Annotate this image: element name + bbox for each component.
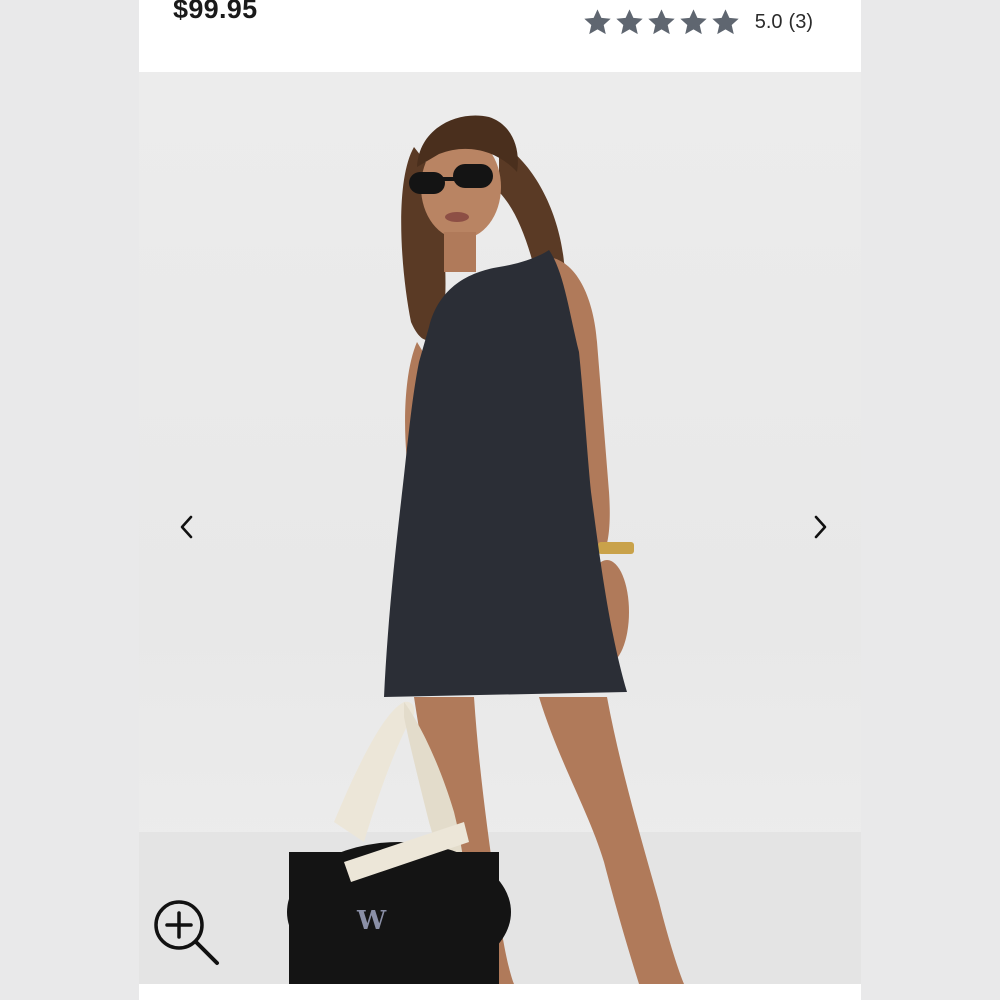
review-count-link[interactable]: (3): [789, 11, 813, 34]
product-gallery-frame: $99.95 5.0 (3) W: [139, 0, 861, 1000]
previous-image-button[interactable]: [171, 512, 201, 542]
rating-stars: [582, 7, 741, 38]
model-photo-illustration: W: [139, 115, 861, 984]
product-image[interactable]: W: [139, 72, 861, 984]
star-icon: [584, 8, 611, 34]
next-image-button[interactable]: [806, 512, 836, 542]
star-icon: [680, 8, 707, 34]
star-icon: [616, 8, 643, 34]
chevron-left-icon: [180, 515, 193, 539]
chevron-right-icon: [814, 515, 827, 539]
bottom-divider: [139, 984, 861, 1000]
rating-score: 5.0: [754, 10, 783, 33]
star-icon: [648, 8, 675, 34]
zoom-in-icon: [154, 900, 219, 965]
bag-logo: W: [356, 906, 387, 936]
star-icon: [712, 8, 739, 34]
zoom-button[interactable]: [149, 895, 223, 969]
rating-summary[interactable]: 5.0 (3): [582, 6, 813, 38]
product-header: $99.95 5.0 (3): [139, 0, 861, 72]
product-price: $99.95: [173, 0, 258, 24]
